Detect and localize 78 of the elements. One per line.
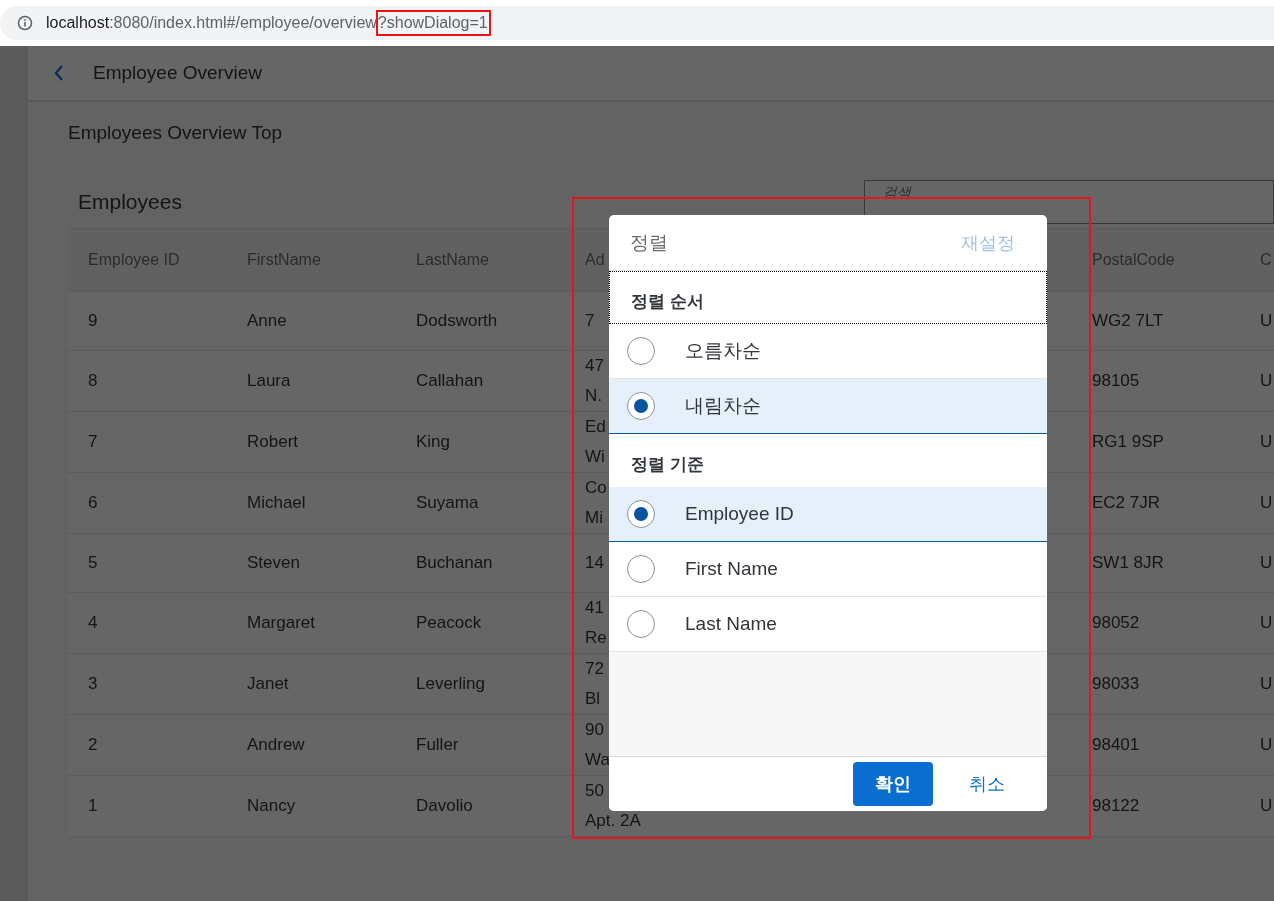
radio-button[interactable] <box>627 337 655 365</box>
highlighted-url-query: ?showDialog=1 <box>375 10 491 36</box>
table-cell-text: Peacock <box>416 612 482 634</box>
table-title: Employees <box>77 190 182 215</box>
table-cell-text: 5 <box>88 552 98 574</box>
table-cell-text: 7 <box>88 431 98 453</box>
address-bar[interactable]: localhost:8080/index.html#/employee/overview?showDialog=1 <box>0 6 1274 40</box>
url-host: localhost <box>46 14 110 32</box>
table-cell-text: Nancy <box>247 795 296 817</box>
sort-option[interactable]: Last Name <box>609 597 1047 652</box>
table-cell-text: 47 N. <box>585 355 604 407</box>
table-cell-text: 50 Apt. 2A <box>585 780 641 832</box>
table-cell-text: Davolio <box>416 795 473 817</box>
table-cell-text: Callahan <box>416 370 484 392</box>
table-cell-text: 98401 <box>1092 734 1140 756</box>
table-cell-text: 9 <box>88 310 98 332</box>
radio-button[interactable] <box>627 555 655 583</box>
table-cell-text: U <box>1260 310 1273 332</box>
radio-button[interactable] <box>627 392 655 420</box>
table-cell-text: 2 <box>88 734 98 756</box>
table-cell-text: SW1 8JR <box>1092 552 1164 574</box>
confirm-button[interactable]: 확인 <box>853 762 933 806</box>
table-cell-text: 8 <box>88 370 98 392</box>
table-cell-text: Anne <box>247 310 287 332</box>
table-cell-text: Co Mi <box>585 477 607 529</box>
table-cell-text: 41 Re <box>585 597 607 649</box>
table-cell-text: 98122 <box>1092 795 1140 817</box>
table-cell-text: 72 Bl <box>585 658 604 710</box>
table-cell-text: 14 <box>585 552 604 574</box>
radio-button[interactable] <box>627 500 655 528</box>
table-cell-text: Leverling <box>416 673 485 695</box>
table-cell-text: WG2 7LT <box>1092 310 1164 332</box>
table-cell-text: 98052 <box>1092 612 1140 634</box>
table-cell-text: U <box>1260 673 1273 695</box>
table-cell-text: Laura <box>247 370 291 392</box>
table-cell-text: Steven <box>247 552 300 574</box>
table-cell-text: King <box>416 431 451 453</box>
section-title: Employees Overview Top <box>67 121 284 145</box>
table-cell-text: 7 <box>585 310 595 332</box>
table-cell-text: Suyama <box>416 492 479 514</box>
table-cell-text: 6 <box>88 492 98 514</box>
table-cell-text: Fuller <box>416 734 459 756</box>
sort-option[interactable]: 내림차순 <box>609 379 1047 434</box>
group-heading: 정렬 순서 <box>631 291 704 313</box>
table-cell-text: Robert <box>247 431 299 453</box>
table-cell-text: U <box>1260 431 1273 453</box>
table-cell-text: RG1 9SP <box>1092 431 1164 453</box>
dialog-title: 정렬 <box>630 230 668 255</box>
table-cell-text: 3 <box>88 673 98 695</box>
table-cell-text: 4 <box>88 612 98 634</box>
group-heading: 정렬 기준 <box>631 454 704 476</box>
table-cell-text: 1 <box>88 795 98 817</box>
table-cell-text: U <box>1260 492 1273 514</box>
url-path: :8080/index.html#/employee/overview <box>109 14 377 32</box>
page-title: Employee Overview <box>93 62 262 84</box>
table-cell-text: U <box>1260 734 1273 756</box>
sort-option[interactable]: 오름차순 <box>609 324 1047 379</box>
table-cell-text: 90 Wa <box>585 719 610 771</box>
table-cell-text: Andrew <box>247 734 305 756</box>
cancel-button[interactable]: 취소 <box>947 762 1027 806</box>
table-cell-text: Buchanan <box>416 552 493 574</box>
radio-button[interactable] <box>627 610 655 638</box>
table-cell-text: 98033 <box>1092 673 1140 695</box>
sort-option[interactable]: First Name <box>609 542 1047 597</box>
table-cell-text: U <box>1260 612 1273 634</box>
table-cell-text: Janet <box>247 673 289 695</box>
table-cell-text: Margaret <box>247 612 316 634</box>
table-cell-text: U <box>1260 552 1273 574</box>
table-cell-text: U <box>1260 795 1273 817</box>
back-icon[interactable] <box>53 64 65 82</box>
table-cell-text: Michael <box>247 492 306 514</box>
sort-option[interactable]: Employee ID <box>609 487 1047 542</box>
info-icon[interactable] <box>17 15 33 31</box>
table-cell-text: U <box>1260 370 1273 392</box>
table-cell-text: EC2 7JR <box>1092 492 1161 514</box>
table-cell-text: 98105 <box>1092 370 1140 392</box>
table-cell-text: Ed Wi <box>585 416 606 468</box>
table-cell-text: Dodsworth <box>416 310 498 332</box>
